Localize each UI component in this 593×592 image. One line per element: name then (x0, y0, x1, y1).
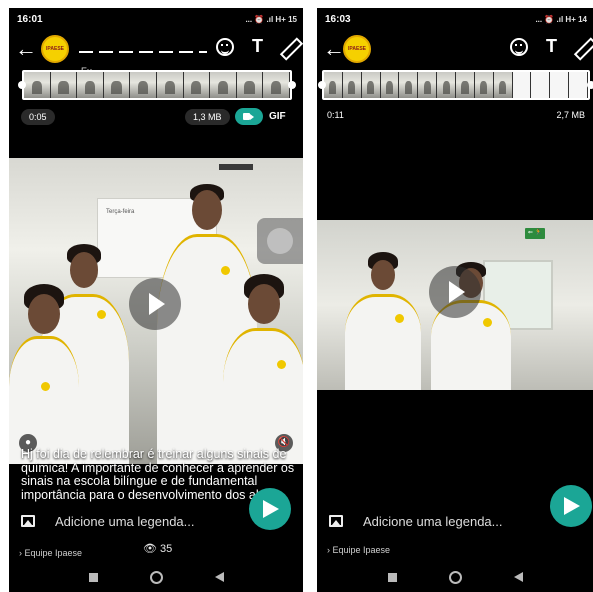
right-phone-screen: 16:03 ... ⏰ .ıl H+ 14 ← IPAESE T 0:11 2,… (317, 8, 593, 592)
status-time: 16:01 (17, 13, 43, 25)
student-person (9, 284, 79, 464)
student-person (223, 274, 303, 464)
recents-icon[interactable] (387, 572, 397, 582)
eye-icon: 👁 (143, 543, 157, 555)
nav-back-icon[interactable] (214, 572, 224, 582)
editor-toolbar: ← IPAESE T (317, 32, 593, 68)
home-icon[interactable] (448, 570, 462, 584)
trim-end-handle[interactable] (288, 81, 296, 89)
status-bar: 16:03 ... ⏰ .ıl H+ 14 (317, 8, 593, 30)
gif-label[interactable]: GIF (269, 111, 286, 122)
student-person (345, 252, 421, 390)
view-count-value: 35 (160, 543, 173, 555)
caption-input[interactable]: Adicione uma legenda... (363, 514, 502, 529)
recipient-label: › Equipe Ipaese (19, 548, 83, 558)
status-bar: 16:01 ... ⏰ .ıl H+ 15 (9, 8, 303, 30)
play-icon[interactable] (129, 278, 181, 330)
nav-back-icon[interactable] (513, 572, 523, 582)
status-icons: ... ⏰ .ıl H+ 14 (535, 14, 587, 24)
video-trim-strip[interactable] (322, 70, 590, 100)
android-nav-bar (317, 562, 593, 592)
emoji-icon[interactable] (510, 37, 528, 56)
text-tool-icon[interactable]: T (546, 36, 557, 57)
pencil-icon[interactable] (281, 39, 297, 55)
back-arrow-icon[interactable]: ← (323, 38, 345, 60)
progress-dashes (79, 51, 207, 53)
trim-start-handle[interactable] (318, 81, 326, 89)
play-icon[interactable] (429, 266, 481, 318)
back-arrow-icon[interactable]: ← (15, 38, 37, 60)
exit-sign: ⇐ 🏃 (525, 228, 545, 239)
text-tool-icon[interactable]: T (252, 36, 263, 57)
left-phone-screen: 16:01 ... ⏰ .ıl H+ 15 ← IPAESE Eu T 0:05… (9, 8, 303, 592)
whiteboard-text: Terça-feira (106, 209, 135, 215)
video-camera-icon[interactable] (235, 108, 263, 125)
status-icons: ... ⏰ .ıl H+ 15 (245, 14, 297, 24)
recipient-label: › Equipe Ipaese (327, 545, 391, 555)
editor-toolbar: ← IPAESE Eu T (9, 32, 303, 76)
recents-icon[interactable] (88, 572, 98, 582)
wall-sign (219, 164, 253, 170)
add-image-icon[interactable] (21, 515, 35, 527)
trim-start-handle[interactable] (18, 81, 26, 89)
caption-input[interactable]: Adicione uma legenda... (55, 514, 194, 529)
gif-toggle[interactable]: GIF (235, 108, 286, 125)
send-button[interactable] (550, 485, 592, 527)
video-duration: 0:05 (21, 109, 55, 125)
view-count: 👁 35 (143, 542, 172, 555)
pencil-icon[interactable] (575, 39, 591, 55)
send-button[interactable] (249, 488, 291, 530)
video-trim-strip[interactable] (22, 70, 292, 100)
file-size: 2,7 MB (556, 110, 585, 120)
emoji-icon[interactable] (216, 37, 234, 56)
video-preview[interactable]: Terça-feira ● 🔇 (9, 158, 303, 464)
video-duration: 0:11 (327, 110, 344, 120)
ipaese-logo: IPAESE (343, 35, 371, 63)
add-image-icon[interactable] (329, 515, 343, 527)
file-size: 1,3 MB (185, 109, 230, 125)
ipaese-logo: IPAESE (41, 35, 69, 63)
video-preview[interactable]: ⇐ 🏃 (317, 220, 593, 390)
android-nav-bar (9, 562, 303, 592)
floating-bubble[interactable] (257, 218, 303, 264)
trim-end-handle[interactable] (587, 81, 593, 89)
home-icon[interactable] (149, 570, 163, 584)
status-time: 16:03 (325, 13, 351, 25)
